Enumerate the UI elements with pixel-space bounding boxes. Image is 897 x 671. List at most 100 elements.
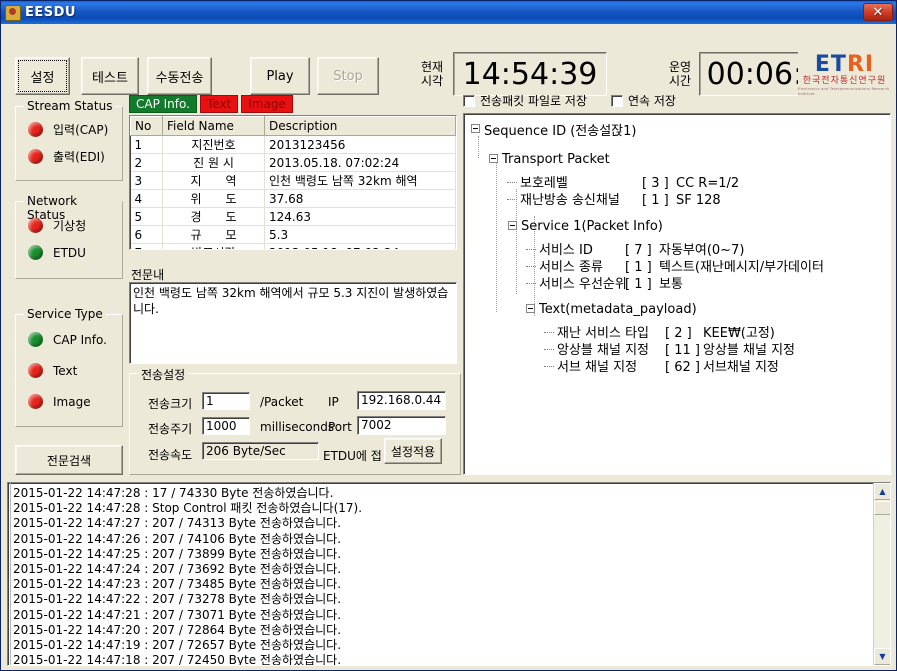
table-row[interactable]: 2 진 원 시 2013.05.18. 07:02:24 xyxy=(130,153,456,172)
title-bar: EESDU ✕ xyxy=(1,1,896,24)
table-row[interactable]: 1 지진번호 2013123456 xyxy=(130,135,456,154)
tab-image[interactable]: Image xyxy=(241,95,293,113)
tree-node-text-payload-label: Text(metadata_payload) xyxy=(539,302,697,317)
tree-leaf-sub-channel[interactable]: 서브 채널 지정 [ 62 ] 서브채널 지정 xyxy=(544,356,779,375)
manual-send-button[interactable]: 수동전송 xyxy=(147,57,212,95)
cell-no: 1 xyxy=(130,135,163,154)
table-row[interactable]: 6 규 모 5.3 xyxy=(130,225,456,244)
log-line: 2015-01-22 14:47:20 : 207 / 72864 Byte 전… xyxy=(13,622,342,637)
toolbar: 설정 테스트 수동전송 Play Stop 현재 시각 14:54:39 운영 … xyxy=(1,24,896,98)
message-textarea[interactable]: 인천 백령도 남쪽 32km 해역에서 규모 5.3 지진이 발생하였습니다. xyxy=(129,282,457,364)
tree-leaf-sub-channel-desc: 서브채널 지정 xyxy=(703,360,779,375)
stop-button[interactable]: Stop xyxy=(317,57,379,95)
tree-leaf-broadcast-channel[interactable]: 재난방송 송신채널 [ 1 ] SF 128 xyxy=(507,189,721,208)
service-type-item-cap: CAP Info. xyxy=(28,332,107,347)
tree-node-text-payload[interactable]: Text(metadata_payload) xyxy=(526,302,697,317)
etri-logo-korean: 한국전자통신연구원 xyxy=(802,75,887,86)
checkbox-icon[interactable] xyxy=(463,94,475,107)
current-time-label-line1: 현재 xyxy=(420,60,444,74)
tree-connector-icon xyxy=(526,265,536,267)
apply-settings-button[interactable]: 설정적용 xyxy=(384,438,442,464)
stream-status-item-output: 출력(EDI) xyxy=(28,148,105,165)
log-line: 2015-01-22 14:47:26 : 207 / 74106 Byte 전… xyxy=(13,531,342,546)
cell-field: 지 역 xyxy=(162,171,265,190)
network-status-label-kma: 기상청 xyxy=(53,219,87,233)
tree-connector-icon xyxy=(544,331,554,333)
tree-connector-icon xyxy=(544,348,554,350)
tree-expander-icon[interactable] xyxy=(526,304,535,313)
tree-connector-icon xyxy=(544,365,554,367)
tree-connector-icon xyxy=(526,248,536,250)
network-status-item-kma: 기상청 xyxy=(28,217,86,234)
play-button[interactable]: Play xyxy=(250,57,310,95)
tab-text[interactable]: Text xyxy=(199,95,239,113)
status-led-icon xyxy=(28,394,43,409)
column-header-description: Description xyxy=(264,116,456,136)
tx-period-input[interactable]: 1000 xyxy=(202,417,250,435)
tree-expander-icon[interactable] xyxy=(471,124,480,133)
packet-structure-tree[interactable]: Sequence ID (전송설잕1) Transport Packet 보호레… xyxy=(463,113,891,475)
table-row[interactable]: 4 위 도 37.68 xyxy=(130,189,456,208)
cell-no: 5 xyxy=(130,207,163,226)
checkbox-continuous-save-label: 연속 저장 xyxy=(628,94,676,108)
tree-leaf-service-priority-value: [ 1 ] xyxy=(625,277,652,292)
tx-port-input[interactable]: 7002 xyxy=(357,416,446,435)
stream-status-title: Stream Status xyxy=(24,99,116,113)
full-text-search-button[interactable]: 전문검색 xyxy=(15,445,123,475)
log-line: 2015-01-22 14:47:18 : 207 / 72450 Byte 전… xyxy=(13,653,342,665)
cell-no: 2 xyxy=(130,153,163,172)
etri-logo-text: ETRI xyxy=(814,51,874,77)
cap-info-grid: No Field Name Description 1 지진번호 2013123… xyxy=(130,116,456,249)
tx-settings-title: 전송설정 xyxy=(138,366,189,383)
log-panel[interactable]: 2015-01-22 14:47:28 : 17 / 74330 Byte 전송… xyxy=(7,482,891,666)
etri-logo-english: Electronics and Telecommunications Resea… xyxy=(798,86,890,96)
checkbox-icon[interactable] xyxy=(611,94,623,107)
stream-status-item-input: 입력(CAP) xyxy=(28,121,108,138)
tx-ip-input[interactable]: 192.168.0.44 xyxy=(357,391,446,410)
log-scrollbar[interactable]: ▲ ▼ xyxy=(873,483,890,665)
scrollbar-thumb[interactable] xyxy=(874,501,890,515)
cell-desc: 5.3 xyxy=(264,225,456,244)
scroll-up-icon[interactable]: ▲ xyxy=(874,483,890,500)
table-row[interactable]: 5 경 도 124.63 xyxy=(130,207,456,226)
current-time-label-line2: 시각 xyxy=(420,74,444,88)
tree-expander-icon[interactable] xyxy=(508,221,517,230)
cell-field: 지진번호 xyxy=(162,135,265,154)
tree-leaf-service-priority[interactable]: 서비스 우선순위[ 1 ] 보통 xyxy=(526,273,683,292)
cell-no: 6 xyxy=(130,225,163,244)
cell-desc: 2013.05.18. 07:02:24 xyxy=(264,243,456,249)
tree-node-service[interactable]: Service 1(Packet Info) xyxy=(508,219,663,234)
close-icon[interactable]: ✕ xyxy=(863,3,893,21)
tree-leaf-sub-channel-name: 서브 채널 지정 xyxy=(557,360,638,375)
cell-field: 발표시간 xyxy=(162,243,265,249)
checkbox-continuous-save[interactable]: 연속 저장 xyxy=(611,92,676,109)
etri-logo-part1: ET xyxy=(814,51,847,77)
tx-size-label: 전송크기 xyxy=(148,397,193,411)
tree-leaf-broadcast-channel-name: 재난방송 송신채널 xyxy=(520,193,620,208)
status-led-icon xyxy=(28,218,43,233)
message-label: 전문내 xyxy=(131,268,165,282)
status-led-icon xyxy=(28,332,43,347)
column-header-no: No xyxy=(130,116,163,136)
checkbox-save-packet-file[interactable]: 전송패킷 파일로 저장 xyxy=(463,92,587,109)
network-status-item-etdu: ETDU xyxy=(28,245,86,260)
tree-leaf-service-kind-desc: 텍스트(재난메시지/부가데이터 xyxy=(659,260,824,275)
settings-button[interactable]: 설정 xyxy=(15,57,70,95)
test-button[interactable]: 테스트 xyxy=(81,57,139,95)
cap-info-table[interactable]: No Field Name Description 1 지진번호 2013123… xyxy=(129,115,457,250)
tx-size-input[interactable]: 1 xyxy=(202,392,250,410)
log-line: 2015-01-22 14:47:27 : 207 / 74313 Byte 전… xyxy=(13,516,342,531)
service-type-label-text: Text xyxy=(53,363,78,378)
table-row[interactable]: 3 지 역 인천 백령도 남쪽 32km 해역 xyxy=(130,171,456,190)
tree-node-transport-packet[interactable]: Transport Packet xyxy=(489,152,610,167)
scroll-down-icon[interactable]: ▼ xyxy=(874,648,890,665)
service-type-item-text: Text xyxy=(28,363,77,378)
table-row[interactable]: 7 발표시간 2013.05.18. 07:02:24 xyxy=(130,243,456,249)
run-time-label-line2: 시간 xyxy=(668,74,692,88)
network-status-label-etdu: ETDU xyxy=(53,245,86,260)
tab-cap-info[interactable]: CAP Info. xyxy=(129,95,197,113)
tab-strip: CAP Info. Text Image xyxy=(129,95,296,113)
tree-node-root[interactable]: Sequence ID (전송설잕1) xyxy=(471,120,637,139)
tree-expander-icon[interactable] xyxy=(489,154,498,163)
tx-settings-group: 전송설정 전송크기 1 /Packet 전송주기 1000 millisecon… xyxy=(129,366,461,475)
